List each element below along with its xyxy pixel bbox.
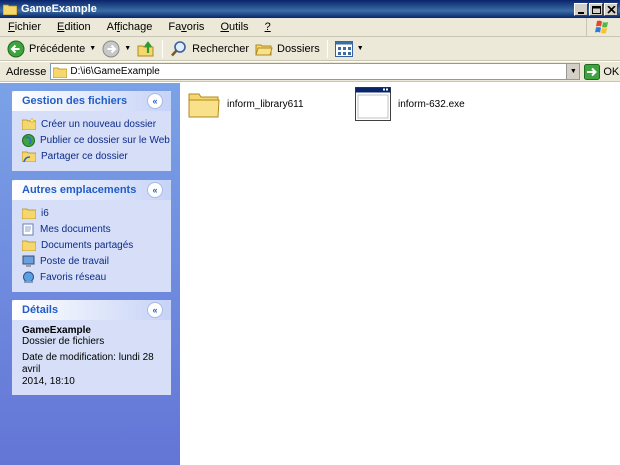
details-header[interactable]: Détails « bbox=[12, 300, 171, 320]
link-my-documents[interactable]: Mes documents bbox=[22, 221, 162, 237]
address-input[interactable]: D:\i6\GameExample ▼ bbox=[50, 63, 581, 80]
file-view[interactable]: inform_library611 inform-632.exe bbox=[180, 83, 620, 465]
collapse-icon[interactable]: « bbox=[147, 302, 163, 318]
search-button[interactable]: Rechercher bbox=[167, 38, 252, 60]
chevron-down-icon: ▼ bbox=[569, 68, 577, 75]
exe-window-icon bbox=[355, 87, 391, 121]
up-folder-button[interactable] bbox=[134, 38, 158, 60]
folders-icon bbox=[255, 44, 273, 55]
folders-button[interactable]: Dossiers bbox=[252, 38, 323, 60]
toolbar-separator bbox=[162, 39, 164, 58]
close-icon bbox=[607, 5, 616, 14]
collapse-icon[interactable]: « bbox=[147, 182, 163, 198]
menu-edition[interactable]: Edition bbox=[49, 21, 99, 33]
folder-icon bbox=[53, 67, 68, 78]
go-label: OK bbox=[603, 65, 620, 78]
address-label: Adresse bbox=[6, 65, 47, 78]
chevron-down-icon[interactable]: ▼ bbox=[124, 45, 131, 52]
file-item-folder[interactable]: inform_library611 bbox=[188, 89, 304, 119]
link-new-folder[interactable]: Créer un nouveau dossier bbox=[22, 116, 162, 132]
documents-icon bbox=[22, 223, 34, 235]
go-button[interactable]: OK bbox=[584, 63, 620, 80]
menu-affichage[interactable]: Affichage bbox=[99, 21, 161, 33]
address-bar: Adresse D:\i6\GameExample ▼ OK bbox=[0, 62, 620, 82]
link-my-computer[interactable]: Poste de travail bbox=[22, 253, 162, 269]
details-modified-time: 2014, 18:10 bbox=[22, 376, 75, 387]
back-arrow-icon bbox=[7, 40, 25, 57]
network-icon bbox=[23, 271, 34, 283]
menu-bar: Fichier Edition Affichage Favoris Outils… bbox=[0, 18, 620, 37]
link-shared-documents[interactable]: Documents partagés bbox=[22, 237, 162, 253]
collapse-icon[interactable]: « bbox=[147, 93, 163, 109]
go-arrow-icon bbox=[584, 63, 601, 80]
address-path: D:\i6\GameExample bbox=[70, 66, 160, 77]
panel-title: Autres emplacements bbox=[22, 184, 137, 196]
details-modified: Date de modification: lundi 28 avril bbox=[22, 352, 154, 375]
chevron-down-icon[interactable]: ▼ bbox=[89, 45, 96, 52]
menu-fichier[interactable]: Fichier bbox=[0, 21, 49, 33]
panel-title: Gestion des fichiers bbox=[22, 95, 128, 107]
link-i6[interactable]: i6 bbox=[22, 205, 162, 221]
link-network-places[interactable]: Favoris réseau bbox=[22, 269, 162, 285]
up-folder-icon bbox=[137, 40, 154, 56]
file-tasks-panel: Gestion des fichiers « Créer un nouveau … bbox=[12, 91, 171, 171]
other-places-panel: Autres emplacements « i6 Mes documents D… bbox=[12, 180, 171, 292]
folder-icon bbox=[188, 93, 220, 118]
folder-icon bbox=[22, 208, 36, 219]
forward-arrow-icon bbox=[102, 40, 120, 57]
folders-label: Dossiers bbox=[277, 42, 320, 55]
link-publish-web[interactable]: Publier ce dossier sur le Web bbox=[22, 132, 170, 148]
close-button[interactable] bbox=[604, 2, 618, 16]
address-dropdown-button[interactable]: ▼ bbox=[566, 64, 580, 79]
file-item-exe[interactable]: inform-632.exe bbox=[355, 87, 465, 121]
new-folder-icon bbox=[22, 118, 36, 130]
details-type: Dossier de fichiers bbox=[22, 336, 105, 347]
views-icon bbox=[334, 40, 353, 57]
title-bar[interactable]: GameExample bbox=[0, 0, 620, 18]
back-label: Précédente bbox=[29, 42, 86, 55]
views-button[interactable]: ▼ bbox=[332, 38, 367, 60]
file-name: inform_library611 bbox=[227, 98, 304, 110]
menu-outils[interactable]: Outils bbox=[212, 21, 256, 33]
forward-button[interactable]: ▼ bbox=[99, 38, 134, 60]
computer-icon bbox=[22, 255, 35, 267]
maximize-button[interactable] bbox=[589, 2, 603, 16]
other-places-header[interactable]: Autres emplacements « bbox=[12, 180, 171, 200]
panel-title: Détails bbox=[22, 304, 59, 316]
minimize-icon bbox=[578, 11, 584, 14]
file-tasks-header[interactable]: Gestion des fichiers « bbox=[12, 91, 171, 111]
window-title: GameExample bbox=[21, 3, 97, 15]
globe-icon bbox=[22, 133, 35, 147]
details-name: GameExample bbox=[22, 325, 91, 336]
details-panel: Détails « GameExample Dossier de fichier… bbox=[12, 300, 171, 395]
task-pane: Gestion des fichiers « Créer un nouveau … bbox=[0, 83, 180, 465]
link-share-folder[interactable]: Partager ce dossier bbox=[22, 148, 162, 164]
share-folder-icon bbox=[22, 151, 36, 162]
maximize-icon bbox=[592, 5, 601, 14]
menu-favoris[interactable]: Favoris bbox=[160, 21, 212, 33]
toolbar: Précédente ▼ ▼ Rechercher Dossiers ▼ bbox=[0, 37, 620, 61]
search-icon bbox=[171, 40, 186, 56]
menu-help[interactable]: ? bbox=[257, 21, 279, 33]
folder-icon bbox=[3, 4, 17, 15]
search-label: Rechercher bbox=[192, 42, 249, 55]
chevron-down-icon[interactable]: ▼ bbox=[357, 45, 364, 52]
windows-logo-icon bbox=[586, 18, 616, 37]
back-button[interactable]: Précédente ▼ bbox=[4, 38, 99, 60]
shared-folder-icon bbox=[22, 240, 36, 251]
minimize-button[interactable] bbox=[574, 2, 588, 16]
toolbar-separator bbox=[326, 39, 328, 58]
file-name: inform-632.exe bbox=[398, 98, 465, 110]
